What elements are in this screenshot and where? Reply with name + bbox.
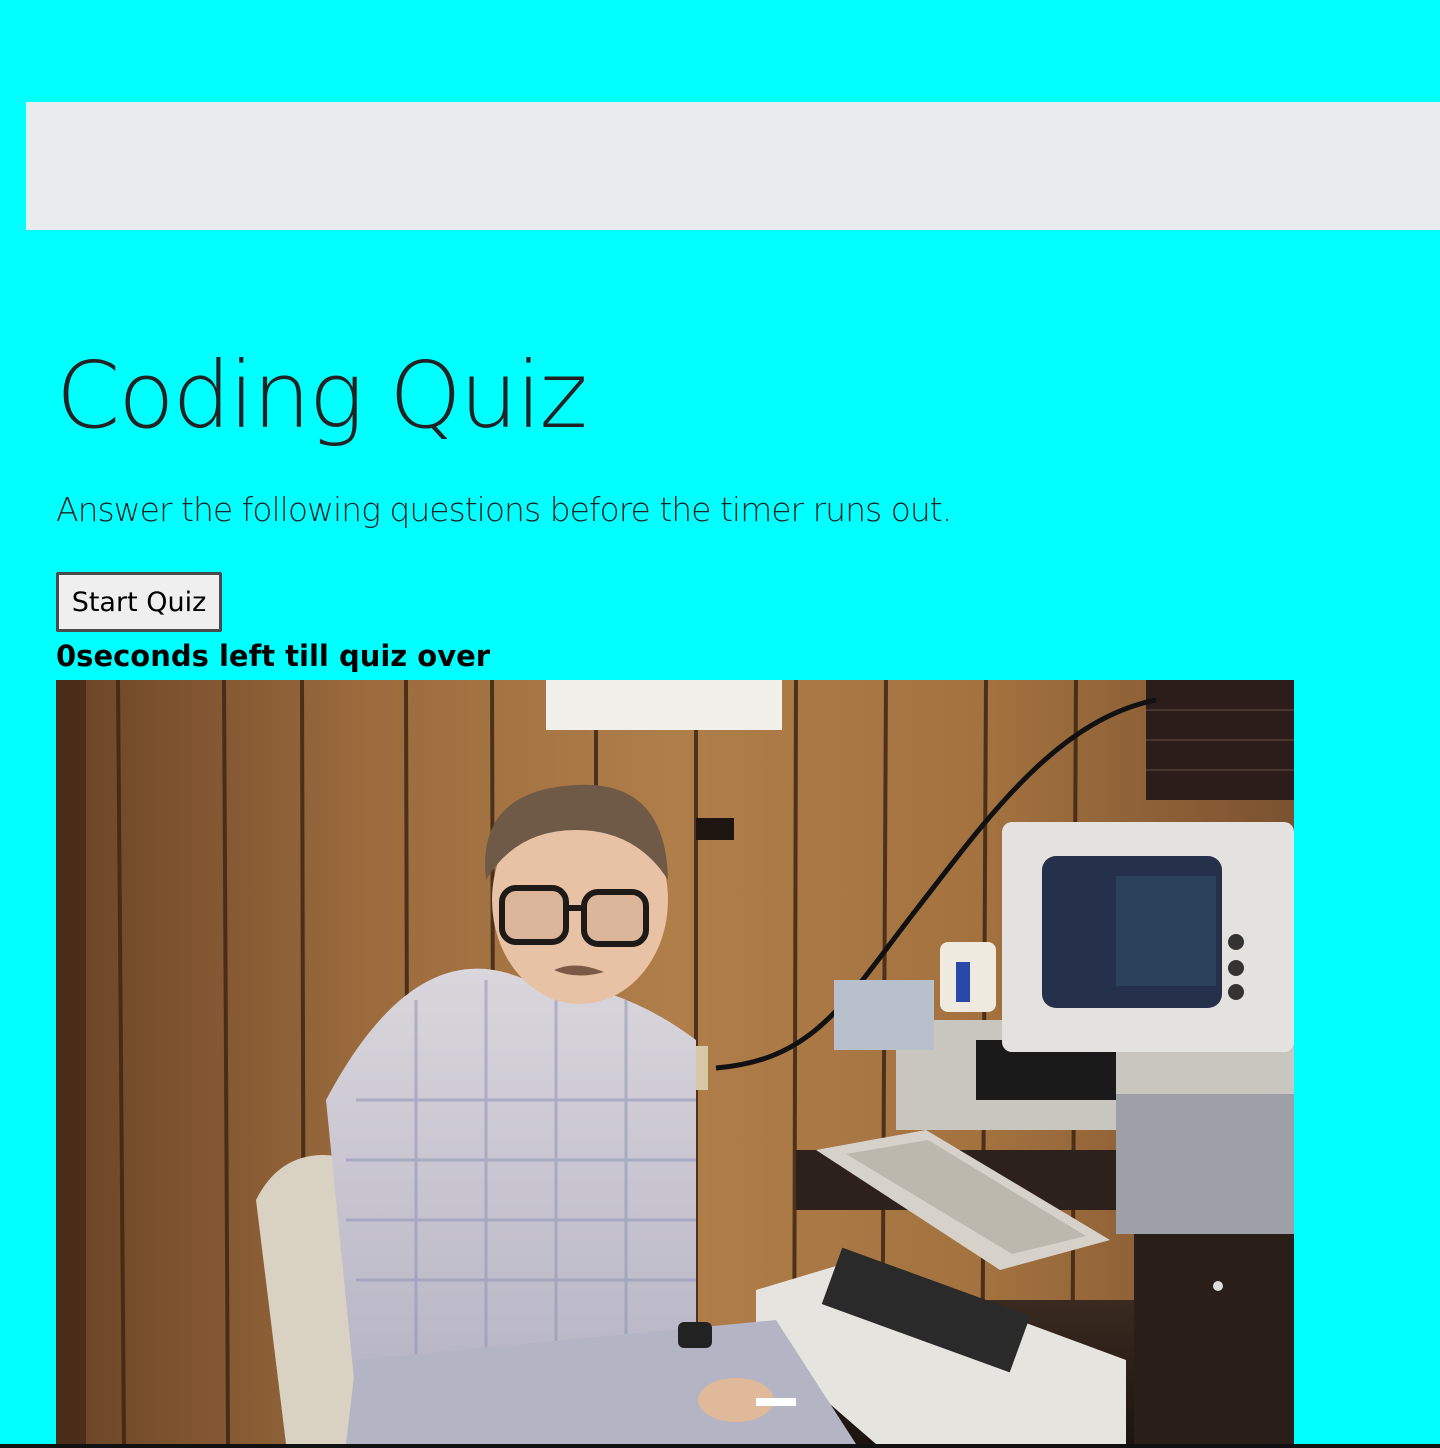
dark-left-edge (56, 680, 86, 1444)
page: Coding Quiz Answer the following questio… (0, 0, 1440, 1448)
page-title: Coding Quiz (56, 342, 588, 449)
nav-bar (26, 102, 1440, 230)
window-bottom-edge (0, 1444, 1440, 1448)
computer-nerd-photo (56, 680, 1294, 1444)
timer-text: 0seconds left till quiz over (56, 639, 491, 673)
wall-poster (546, 680, 782, 730)
quiz-instructions: Answer the following questions before th… (56, 490, 952, 529)
start-quiz-button[interactable]: Start Quiz (56, 572, 222, 632)
